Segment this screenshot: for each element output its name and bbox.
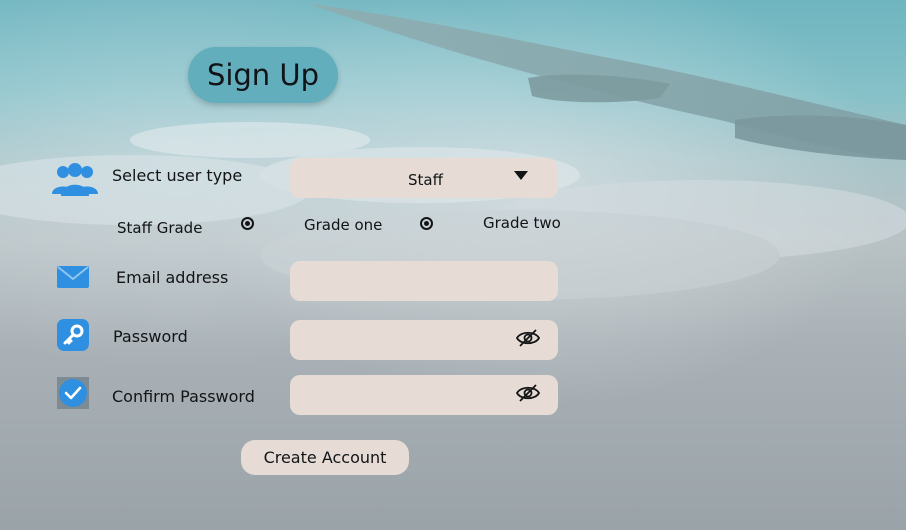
user-type-select[interactable]: Staff xyxy=(290,158,558,198)
confirm-password-field[interactable] xyxy=(290,375,558,415)
grade-one-label: Grade one xyxy=(304,216,383,234)
sign-up-title: Sign Up xyxy=(188,47,338,103)
email-label: Email address xyxy=(116,268,229,287)
caret-down-icon xyxy=(514,171,528,180)
eye-off-icon[interactable] xyxy=(516,383,540,403)
users-icon xyxy=(51,163,99,197)
grade-two-label: Grade two xyxy=(483,214,561,232)
eye-off-icon[interactable] xyxy=(516,328,540,348)
grade-two-radio[interactable] xyxy=(420,217,433,230)
grade-one-radio[interactable] xyxy=(241,217,254,230)
check-icon xyxy=(57,377,89,409)
create-account-button[interactable]: Create Account xyxy=(241,440,409,475)
email-field[interactable] xyxy=(290,261,558,301)
mail-icon xyxy=(57,266,89,288)
password-label: Password xyxy=(113,327,188,346)
user-type-label: Select user type xyxy=(112,166,243,185)
user-type-selected: Staff xyxy=(408,171,443,189)
key-icon xyxy=(57,319,89,351)
staff-grade-label: Staff Grade xyxy=(117,219,203,237)
password-field[interactable] xyxy=(290,320,558,360)
confirm-password-label: Confirm Password xyxy=(112,387,255,406)
wing-flap-2 xyxy=(735,115,906,160)
